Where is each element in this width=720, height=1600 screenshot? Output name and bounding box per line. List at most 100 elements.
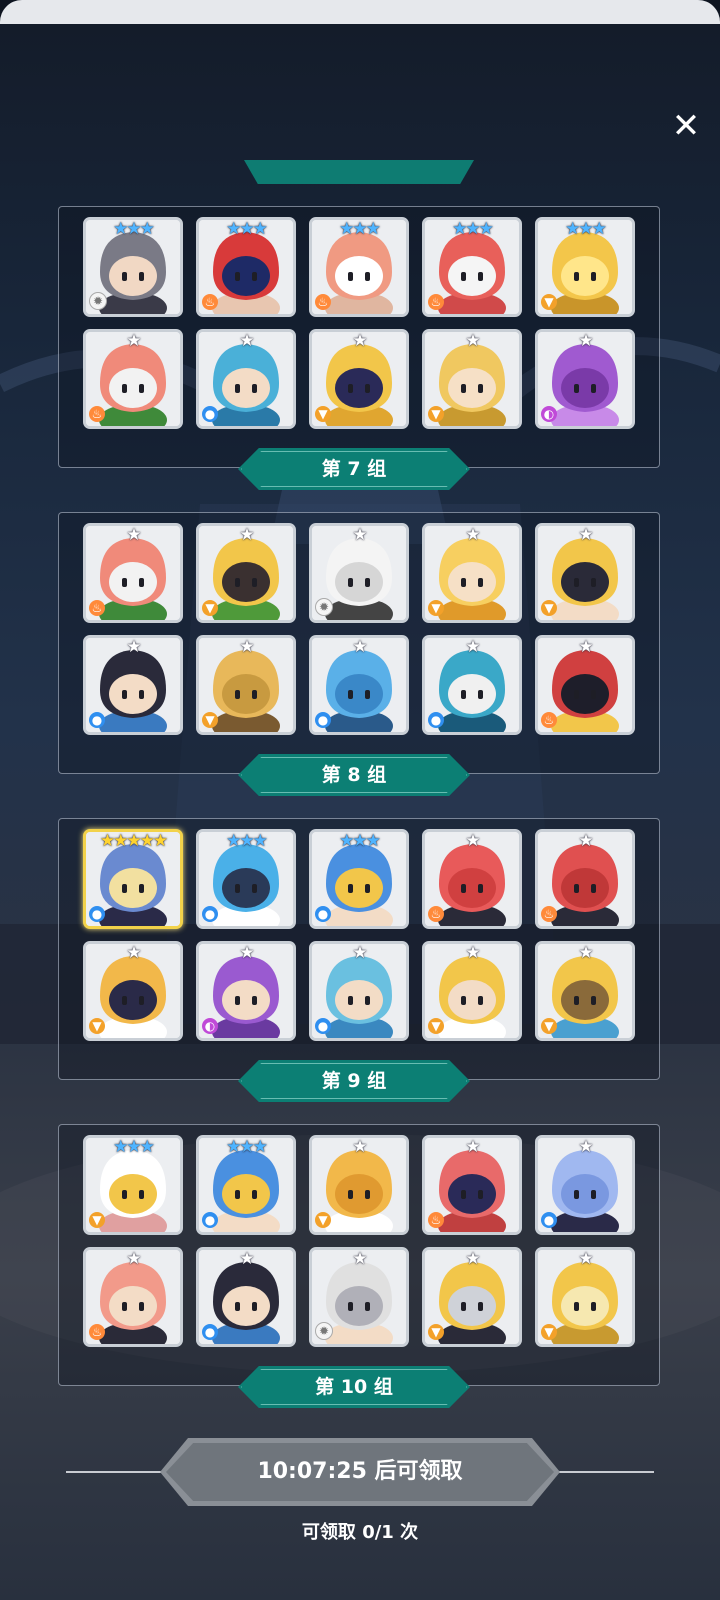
fire-element-icon: ♨ — [202, 294, 218, 310]
character-card-fox-girl[interactable]: ★ ▼ — [422, 523, 522, 623]
character-card-masked-jester[interactable]: ★★★ ♨ — [422, 217, 522, 317]
fire-element-icon: ♨ — [315, 294, 331, 310]
character-card-horned-sun[interactable]: ★ ▼ — [535, 1247, 635, 1347]
star-rating: ★★★★★ — [99, 831, 168, 851]
earth-element-icon: ▼ — [202, 712, 218, 728]
character-card-silver-knight[interactable]: ★ ✹ — [309, 1247, 409, 1347]
character-card-red-hood-rogue[interactable]: ★★★ ♨ — [196, 217, 296, 317]
star-rating: ★ — [578, 831, 593, 851]
character-card-black-hair-girl[interactable]: ★ ● — [83, 635, 183, 735]
character-card-cat-ear-girl[interactable]: ★ ● — [309, 941, 409, 1041]
dark-element-icon: ◐ — [202, 1018, 218, 1034]
character-card-golden-scepter[interactable]: ★ ▼ — [535, 941, 635, 1041]
star-rating: ★★★ — [226, 219, 268, 239]
character-card-blue-hair-girl[interactable]: ★ ● — [196, 329, 296, 429]
water-element-icon: ● — [202, 906, 218, 922]
character-grid: ★★★★★ ● ★★★ ● ★★★ ● ★ ♨ ★ ♨ ★ ▼ ★ ◐ ★ ● ★ ▼ ★ ▼ — [83, 829, 635, 1041]
water-element-icon: ● — [89, 712, 105, 728]
character-card-crowned-prince[interactable]: ★★★ ● — [309, 829, 409, 929]
character-card-golden-knight[interactable]: ★ ▼ — [422, 329, 522, 429]
star-rating: ★★★ — [452, 219, 494, 239]
light-element-icon: ✹ — [315, 1322, 333, 1340]
water-element-icon: ● — [202, 1212, 218, 1228]
fire-element-icon: ♨ — [541, 712, 557, 728]
group-box-8: ★ ♨ ★ ▼ ★ ✹ ★ ▼ ★ ▼ ★ ● ★ ▼ ★ ● ★ ● ★ ♨ — [58, 512, 660, 774]
star-rating: ★ — [239, 637, 254, 657]
earth-element-icon: ▼ — [89, 1212, 105, 1228]
earth-element-icon: ▼ — [315, 1212, 331, 1228]
star-rating: ★ — [465, 831, 480, 851]
character-card-white-ghost[interactable]: ★ ✹ — [309, 523, 409, 623]
group-label-10: 第 10 组 — [238, 1366, 470, 1408]
character-card-stone-totem[interactable]: ★ ▼ — [196, 635, 296, 735]
earth-element-icon: ▼ — [541, 1324, 557, 1340]
star-rating: ★★★ — [565, 219, 607, 239]
star-rating: ★★★ — [339, 831, 381, 851]
star-rating: ★ — [465, 525, 480, 545]
group-box-10: ★★★ ▼ ★★★ ● ★ ▼ ★ ♨ ★ ● ★ ♨ ★ ● ★ ✹ ★ ▼ ★ ▼ — [58, 1124, 660, 1386]
group-box-7: ★★★ ✹ ★★★ ♨ ★★★ ♨ ★★★ ♨ ★★★ ▼ ★ ♨ ★ ● ★ ▼ ★ ▼ ★ ◐ — [58, 206, 660, 468]
water-element-icon: ● — [315, 1018, 331, 1034]
character-card-cactus[interactable]: ★ ▼ — [309, 1135, 409, 1235]
earth-element-icon: ▼ — [541, 294, 557, 310]
character-card-black-hair-girl[interactable]: ★ ● — [196, 1247, 296, 1347]
star-rating: ★ — [352, 943, 367, 963]
character-card-blue-dragon[interactable]: ★★★ ● — [196, 829, 296, 929]
star-rating: ★ — [578, 525, 593, 545]
character-grid: ★ ♨ ★ ▼ ★ ✹ ★ ▼ ★ ▼ ★ ● ★ ▼ ★ ● ★ ● ★ ♨ — [83, 523, 635, 735]
character-card-blue-paladin[interactable]: ★★★★★ ● — [83, 829, 183, 929]
character-card-horned-elf-hero[interactable]: ★★★ ✹ — [83, 217, 183, 317]
star-rating: ★ — [126, 637, 141, 657]
claim-count-text: 可领取 0/1 次 — [301, 1522, 419, 1543]
star-rating: ★ — [352, 637, 367, 657]
earth-element-icon: ▼ — [541, 600, 557, 616]
star-rating: ★ — [126, 943, 141, 963]
group-label-8: 第 8 组 — [238, 754, 470, 796]
water-element-icon: ● — [202, 406, 218, 422]
character-card-horned-spirit[interactable]: ★ ● — [422, 635, 522, 735]
character-card-winged-blonde[interactable]: ★ ▼ — [422, 941, 522, 1041]
earth-element-icon: ▼ — [541, 1018, 557, 1034]
earth-element-icon: ▼ — [428, 600, 444, 616]
fire-element-icon: ♨ — [89, 1324, 105, 1340]
character-card-cat-mage[interactable]: ★ ▼ — [83, 941, 183, 1041]
character-card-red-cat-creature[interactable]: ★ ♨ — [535, 829, 635, 929]
character-card-purple-jelly[interactable]: ★ ◐ — [535, 329, 635, 429]
character-card-bandaged-pumpkin[interactable]: ★ ♨ — [83, 329, 183, 429]
character-card-white-rabbit[interactable]: ★★★ ▼ — [83, 1135, 183, 1235]
star-rating: ★ — [465, 1249, 480, 1269]
water-element-icon: ● — [89, 906, 105, 922]
character-card-yellow-beast[interactable]: ★★★ ▼ — [535, 217, 635, 317]
character-card-crowned-prince[interactable]: ★★★ ● — [196, 1135, 296, 1235]
water-element-icon: ● — [541, 1212, 557, 1228]
group-box-9: ★★★★★ ● ★★★ ● ★★★ ● ★ ♨ ★ ♨ ★ ▼ ★ ◐ ★ ● ★ ▼ ★ ▼ — [58, 818, 660, 1080]
star-rating: ★★★ — [113, 219, 155, 239]
earth-element-icon: ▼ — [202, 600, 218, 616]
character-card-skull-bandit[interactable]: ★ ♨ — [422, 1135, 522, 1235]
character-card-yellow-skull[interactable]: ★ ▼ — [309, 329, 409, 429]
water-element-icon: ● — [202, 1324, 218, 1340]
character-card-blue-ghost[interactable]: ★ ● — [535, 1135, 635, 1235]
earth-element-icon: ▼ — [428, 1324, 444, 1340]
character-card-masked-angel[interactable]: ★ ▼ — [422, 1247, 522, 1347]
star-rating: ★ — [239, 943, 254, 963]
star-rating: ★ — [578, 1249, 593, 1269]
fire-element-icon: ♨ — [428, 906, 444, 922]
character-card-pink-cat-girl[interactable]: ★ ♨ — [83, 1247, 183, 1347]
star-rating: ★ — [465, 943, 480, 963]
character-card-sunflower-monster[interactable]: ★ ▼ — [196, 523, 296, 623]
earth-element-icon: ▼ — [428, 1018, 444, 1034]
water-element-icon: ● — [315, 712, 331, 728]
close-button[interactable]: ✕ — [668, 108, 704, 144]
star-rating: ★ — [352, 1249, 367, 1269]
earth-element-icon: ▼ — [428, 406, 444, 422]
character-card-bearded-sage[interactable]: ★★★ ♨ — [309, 217, 409, 317]
character-card-red-puffball[interactable]: ★ ♨ — [422, 829, 522, 929]
claim-button[interactable]: 10:07:25 后可领取 — [160, 1438, 560, 1506]
character-card-pharaoh-boy[interactable]: ★ ▼ — [535, 523, 635, 623]
star-rating: ★ — [126, 525, 141, 545]
character-card-purple-witch[interactable]: ★ ◐ — [196, 941, 296, 1041]
character-card-blue-totem[interactable]: ★ ● — [309, 635, 409, 735]
character-card-red-chest[interactable]: ★ ♨ — [535, 635, 635, 735]
character-card-bandaged-pumpkin[interactable]: ★ ♨ — [83, 523, 183, 623]
